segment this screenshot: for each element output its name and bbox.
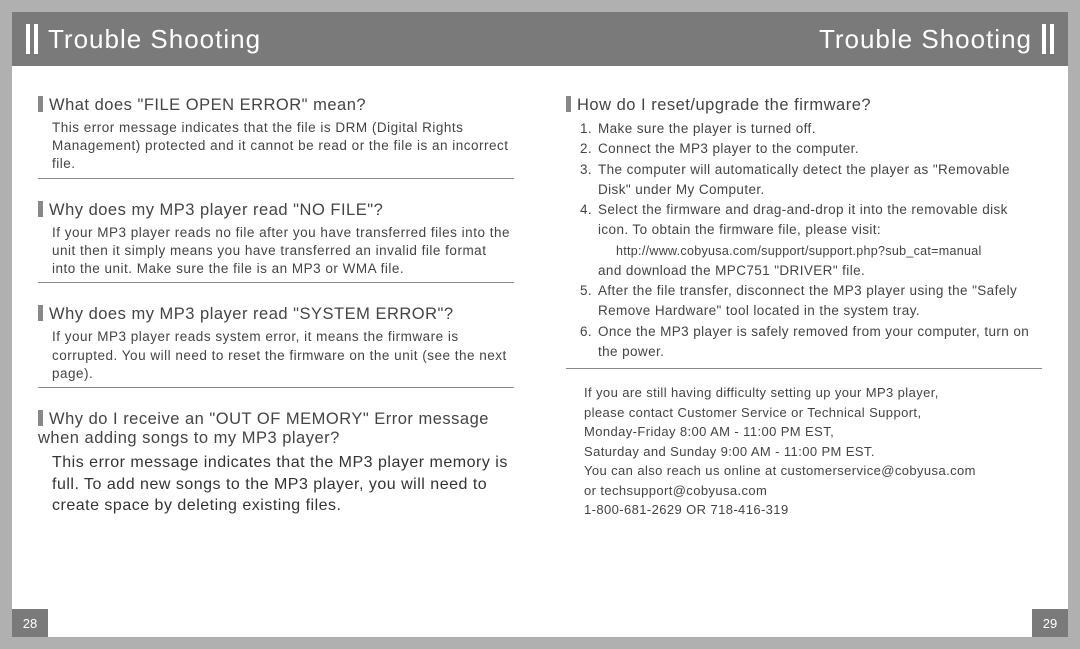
firmware-url: http://www.cobyusa.com/support/support.p… (598, 244, 982, 258)
question: How do I reset/upgrade the firmware? (566, 96, 1042, 115)
answer: If your MP3 player reads no file after y… (38, 224, 514, 279)
header-bars-icon (26, 22, 38, 56)
question: Why does my MP3 player read "SYSTEM ERRO… (38, 305, 514, 324)
question: Why does my MP3 player read "NO FILE"? (38, 201, 514, 220)
step-text: Make sure the player is turned off. (598, 119, 1042, 139)
support-line: You can also reach us online at customer… (584, 461, 1042, 481)
step-text: Once the MP3 player is safely removed fr… (598, 322, 1042, 363)
answer: This error message indicates that the fi… (38, 119, 514, 174)
support-line: If you are still having difficulty setti… (584, 383, 1042, 403)
bullet-icon (38, 305, 43, 321)
support-line: 1-800-681-2629 OR 718-416-319 (584, 500, 1042, 520)
bullet-icon (38, 96, 43, 112)
support-line: Monday-Friday 8:00 AM - 11:00 PM EST, (584, 422, 1042, 442)
question-text: Why does my MP3 player read "SYSTEM ERRO… (49, 305, 454, 323)
question-text: Why do I receive an "OUT OF MEMORY" Erro… (38, 410, 489, 447)
answer: This error message indicates that the MP… (38, 452, 514, 517)
step-text: After the file transfer, disconnect the … (598, 281, 1042, 322)
qa-reset-firmware: How do I reset/upgrade the firmware? 1.M… (566, 96, 1042, 369)
support-line: Saturday and Sunday 9:00 AM - 11:00 PM E… (584, 442, 1042, 462)
header-right: Trouble Shooting (540, 12, 1068, 66)
question: What does "FILE OPEN ERROR" mean? (38, 96, 514, 115)
content-right: How do I reset/upgrade the firmware? 1.M… (540, 66, 1068, 637)
qa-file-open-error: What does "FILE OPEN ERROR" mean? This e… (38, 96, 514, 179)
step-text: Connect the MP3 player to the computer. (598, 139, 1042, 159)
answer: If your MP3 player reads system error, i… (38, 328, 514, 383)
support-line: or techsupport@cobyusa.com (584, 481, 1042, 501)
support-info: If you are still having difficulty setti… (566, 383, 1042, 520)
page-number-left: 28 (12, 609, 48, 637)
step-6: 6.Once the MP3 player is safely removed … (580, 322, 1042, 363)
support-line: please contact Customer Service or Techn… (584, 403, 1042, 423)
question-text: What does "FILE OPEN ERROR" mean? (49, 96, 366, 114)
page-left: Trouble Shooting What does "FILE OPEN ER… (12, 12, 540, 637)
question: Why do I receive an "OUT OF MEMORY" Erro… (38, 410, 514, 448)
step-4: 4. Select the firmware and drag-and-drop… (580, 200, 1042, 281)
step-3: 3.The computer will automatically detect… (580, 160, 1042, 201)
header-bars-icon (1042, 22, 1054, 56)
question-text: How do I reset/upgrade the firmware? (577, 96, 871, 114)
step-text: Select the firmware and drag-and-drop it… (598, 200, 1042, 281)
bullet-icon (38, 410, 43, 426)
step-2: 2.Connect the MP3 player to the computer… (580, 139, 1042, 159)
header-right-title: Trouble Shooting (819, 24, 1032, 55)
qa-no-file: Why does my MP3 player read "NO FILE"? I… (38, 201, 514, 284)
page-right: Trouble Shooting How do I reset/upgrade … (540, 12, 1068, 637)
qa-system-error: Why does my MP3 player read "SYSTEM ERRO… (38, 305, 514, 388)
firmware-steps: 1.Make sure the player is turned off. 2.… (566, 119, 1042, 362)
bullet-icon (566, 96, 571, 112)
header-left: Trouble Shooting (12, 12, 540, 66)
step-1: 1.Make sure the player is turned off. (580, 119, 1042, 139)
question-text: Why does my MP3 player read "NO FILE"? (49, 201, 383, 219)
bullet-icon (38, 201, 43, 217)
step-5: 5.After the file transfer, disconnect th… (580, 281, 1042, 322)
manual-spread: Trouble Shooting What does "FILE OPEN ER… (12, 12, 1068, 637)
qa-out-of-memory: Why do I receive an "OUT OF MEMORY" Erro… (38, 410, 514, 521)
page-number-right: 29 (1032, 609, 1068, 637)
header-left-title: Trouble Shooting (48, 24, 261, 55)
step-4-cont: and download the MPC751 "DRIVER" file. (598, 263, 865, 278)
content-left: What does "FILE OPEN ERROR" mean? This e… (12, 66, 540, 637)
step-4-intro: Select the firmware and drag-and-drop it… (598, 202, 1008, 237)
step-text: The computer will automatically detect t… (598, 160, 1042, 201)
